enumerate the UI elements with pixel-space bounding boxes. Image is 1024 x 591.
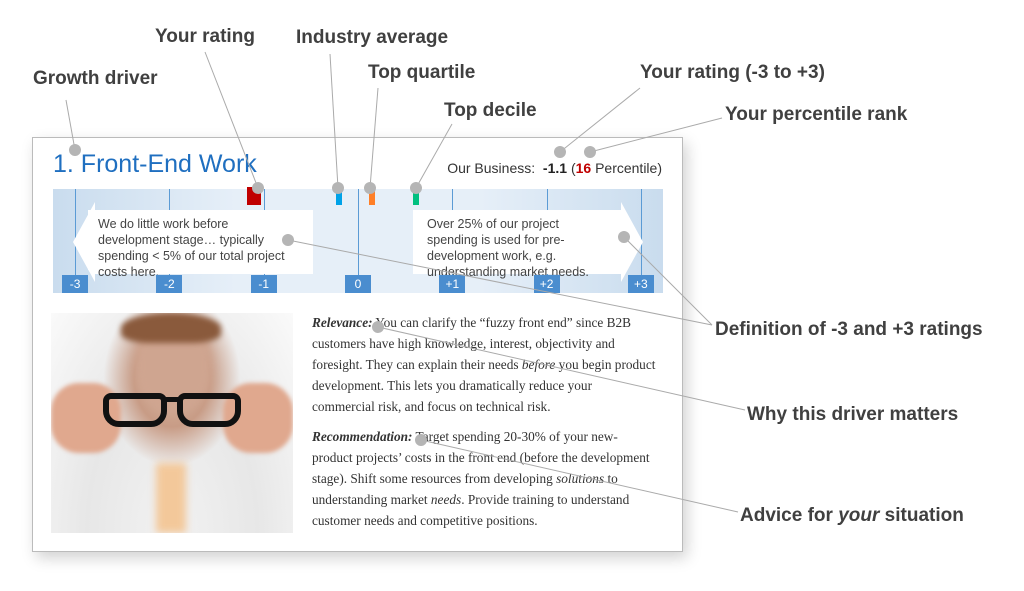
label-advice: Advice for your situation — [740, 505, 964, 526]
label-percentile-rank: Your percentile rank — [725, 104, 908, 125]
label-top-decile: Top decile — [444, 100, 537, 121]
label-industry-average: Industry average — [296, 27, 449, 48]
label-growth-driver: Growth driver — [33, 68, 158, 89]
label-top-quartile: Top quartile — [368, 62, 476, 83]
label-definition: Definition of -3 and +3 ratings — [715, 319, 983, 340]
label-your-rating: Your rating — [155, 26, 255, 47]
label-why: Why this driver matters — [747, 404, 959, 425]
label-rating-range: Your rating (-3 to +3) — [640, 62, 825, 83]
